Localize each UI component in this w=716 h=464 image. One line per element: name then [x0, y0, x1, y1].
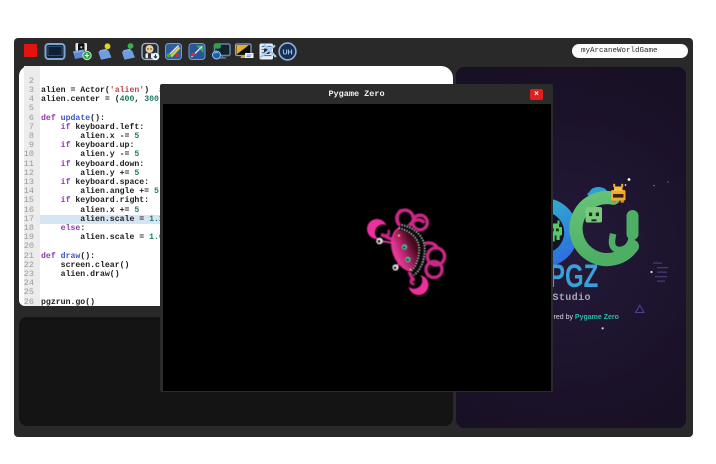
svg-text:UH: UH: [282, 49, 292, 56]
